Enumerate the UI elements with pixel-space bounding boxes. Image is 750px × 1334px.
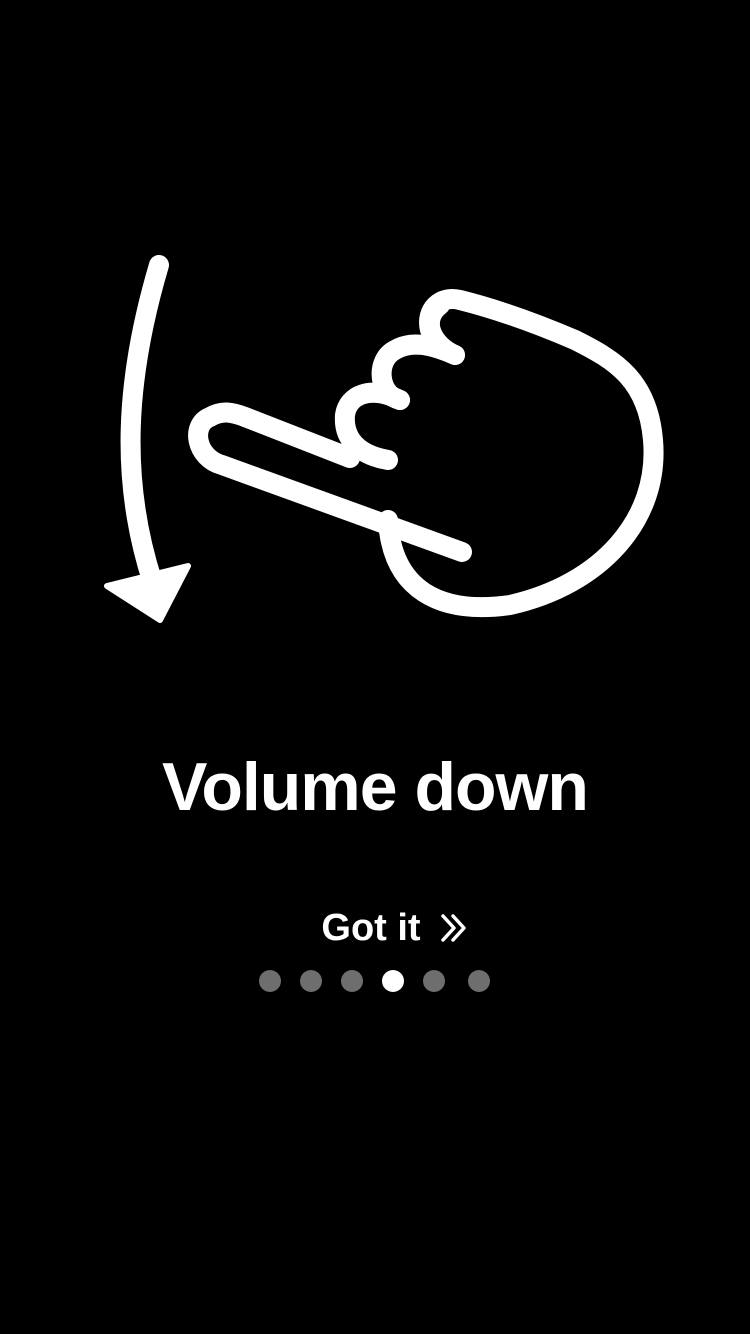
got-it-button[interactable]: Got it [310,900,480,956]
page-dot-active[interactable] [382,970,404,992]
page-dot[interactable] [259,970,281,992]
page-dot[interactable] [300,970,322,992]
page-dot[interactable] [423,970,445,992]
page-dot[interactable] [468,970,490,992]
double-chevron-right-icon [440,914,466,942]
gesture-illustration [104,255,664,623]
page-indicator [0,970,750,992]
page-dot[interactable] [341,970,363,992]
gesture-title: Volume down [162,749,589,825]
arrow-down-curve-icon [104,255,191,623]
gesture-tutorial-screen: Volume down Got it [0,0,750,1334]
got-it-label: Got it [321,906,421,949]
pointing-hand-icon [188,289,664,618]
